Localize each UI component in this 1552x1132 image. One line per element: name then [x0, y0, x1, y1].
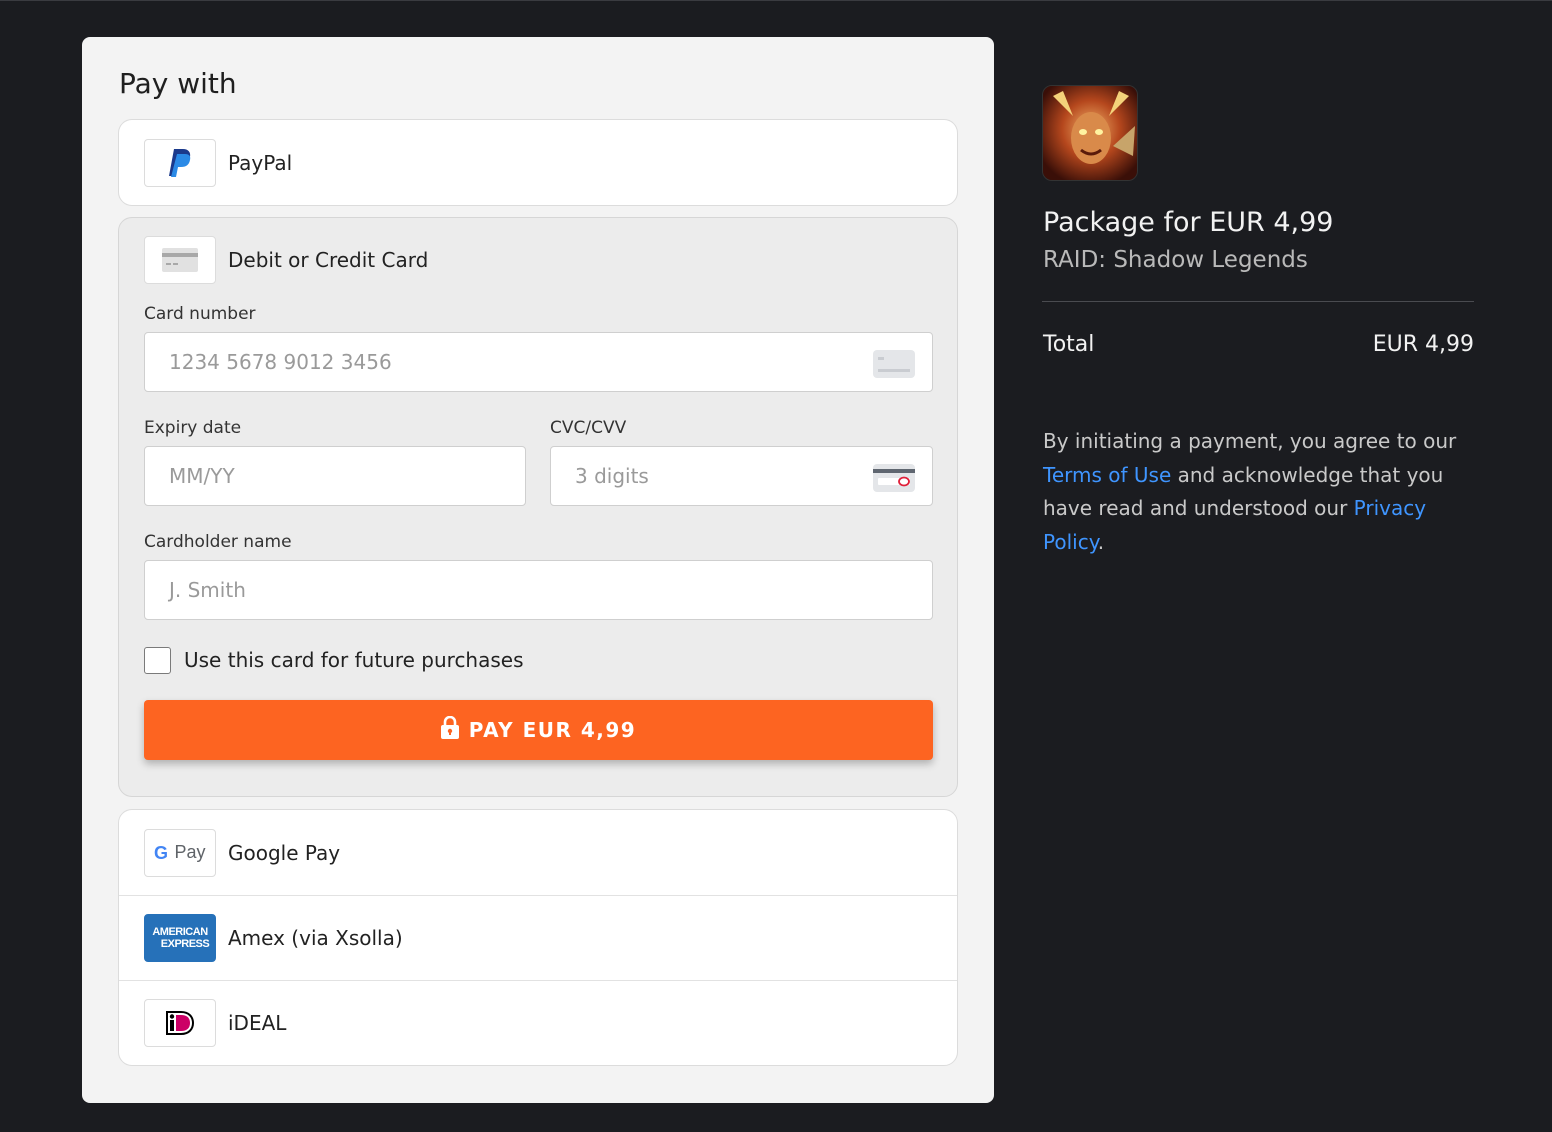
cardholder-placeholder: J. Smith: [169, 578, 246, 602]
ideal-option[interactable]: iDEAL: [119, 980, 957, 1065]
pay-button-label: PAY EUR 4,99: [468, 718, 637, 742]
amex-option[interactable]: AMERICAN EXPRESS Amex (via Xsolla): [119, 895, 957, 980]
cvc-card-icon: [873, 464, 915, 497]
card-option-header[interactable]: Debit or Credit Card: [144, 236, 428, 284]
paypal-option-box: PayPal: [118, 119, 958, 206]
package-title: Package for EUR 4,99: [1043, 207, 1334, 238]
save-card-label[interactable]: Use this card for future purchases: [184, 648, 524, 672]
pay-button[interactable]: PAY EUR 4,99: [144, 700, 933, 760]
google-pay-logo-text: Pay: [174, 842, 206, 862]
credit-card-icon: [144, 236, 216, 284]
card-number-input[interactable]: 1234 5678 9012 3456: [144, 332, 933, 392]
legal-text: By initiating a payment, you agree to ou…: [1043, 425, 1463, 559]
card-option-label: Debit or Credit Card: [228, 248, 429, 272]
google-pay-logo: G Pay: [144, 828, 216, 877]
cvc-input[interactable]: 3 digits: [550, 446, 933, 506]
amex-label: Amex (via Xsolla): [228, 926, 403, 950]
expiry-placeholder: MM/YY: [169, 464, 235, 488]
card-generic-icon: [873, 350, 915, 383]
card-number-placeholder: 1234 5678 9012 3456: [169, 350, 392, 374]
cardholder-input[interactable]: J. Smith: [144, 560, 933, 620]
expiry-input[interactable]: MM/YY: [144, 446, 526, 506]
terms-of-use-link[interactable]: Terms of Use: [1043, 463, 1171, 487]
total-value: EUR 4,99: [1372, 332, 1474, 357]
legal-text-part1: By initiating a payment, you agree to ou…: [1043, 429, 1457, 453]
lock-icon: [440, 715, 459, 744]
cvc-label: CVC/CVV: [550, 418, 627, 438]
summary-divider: [1042, 301, 1474, 302]
save-card-checkbox[interactable]: [144, 647, 171, 674]
card-section: Debit or Credit Card Card number 1234 56…: [118, 217, 958, 797]
svg-text:G: G: [154, 843, 168, 863]
paypal-label: PayPal: [228, 150, 293, 175]
paypal-option[interactable]: PayPal: [119, 120, 957, 205]
ideal-logo: [144, 999, 216, 1047]
google-pay-option[interactable]: G Pay Google Pay: [119, 810, 957, 895]
cvc-placeholder: 3 digits: [575, 464, 649, 488]
legal-text-part3: .: [1097, 529, 1105, 554]
raid-shadow-legends-icon: [1042, 85, 1138, 181]
amex-logo-text-2: EXPRESS: [160, 938, 210, 950]
game-name: RAID: Shadow Legends: [1043, 247, 1308, 273]
pay-with-title: Pay with: [119, 67, 237, 100]
amex-logo: AMERICAN EXPRESS: [144, 914, 216, 962]
expiry-label: Expiry date: [144, 418, 242, 438]
google-pay-label: Google Pay: [228, 840, 341, 865]
ideal-label: iDEAL: [228, 1011, 287, 1035]
cardholder-label: Cardholder name: [144, 532, 292, 552]
paypal-logo: [144, 138, 216, 187]
amex-logo-text-1: AMERICAN: [152, 926, 208, 938]
payment-panel: Pay with PayPal Debit or Credit Card Car…: [82, 37, 994, 1103]
other-methods-box: G Pay Google Pay AMERICAN EXPRESS Amex (…: [118, 809, 958, 1066]
total-label: Total: [1043, 332, 1095, 357]
card-number-label: Card number: [144, 304, 256, 324]
